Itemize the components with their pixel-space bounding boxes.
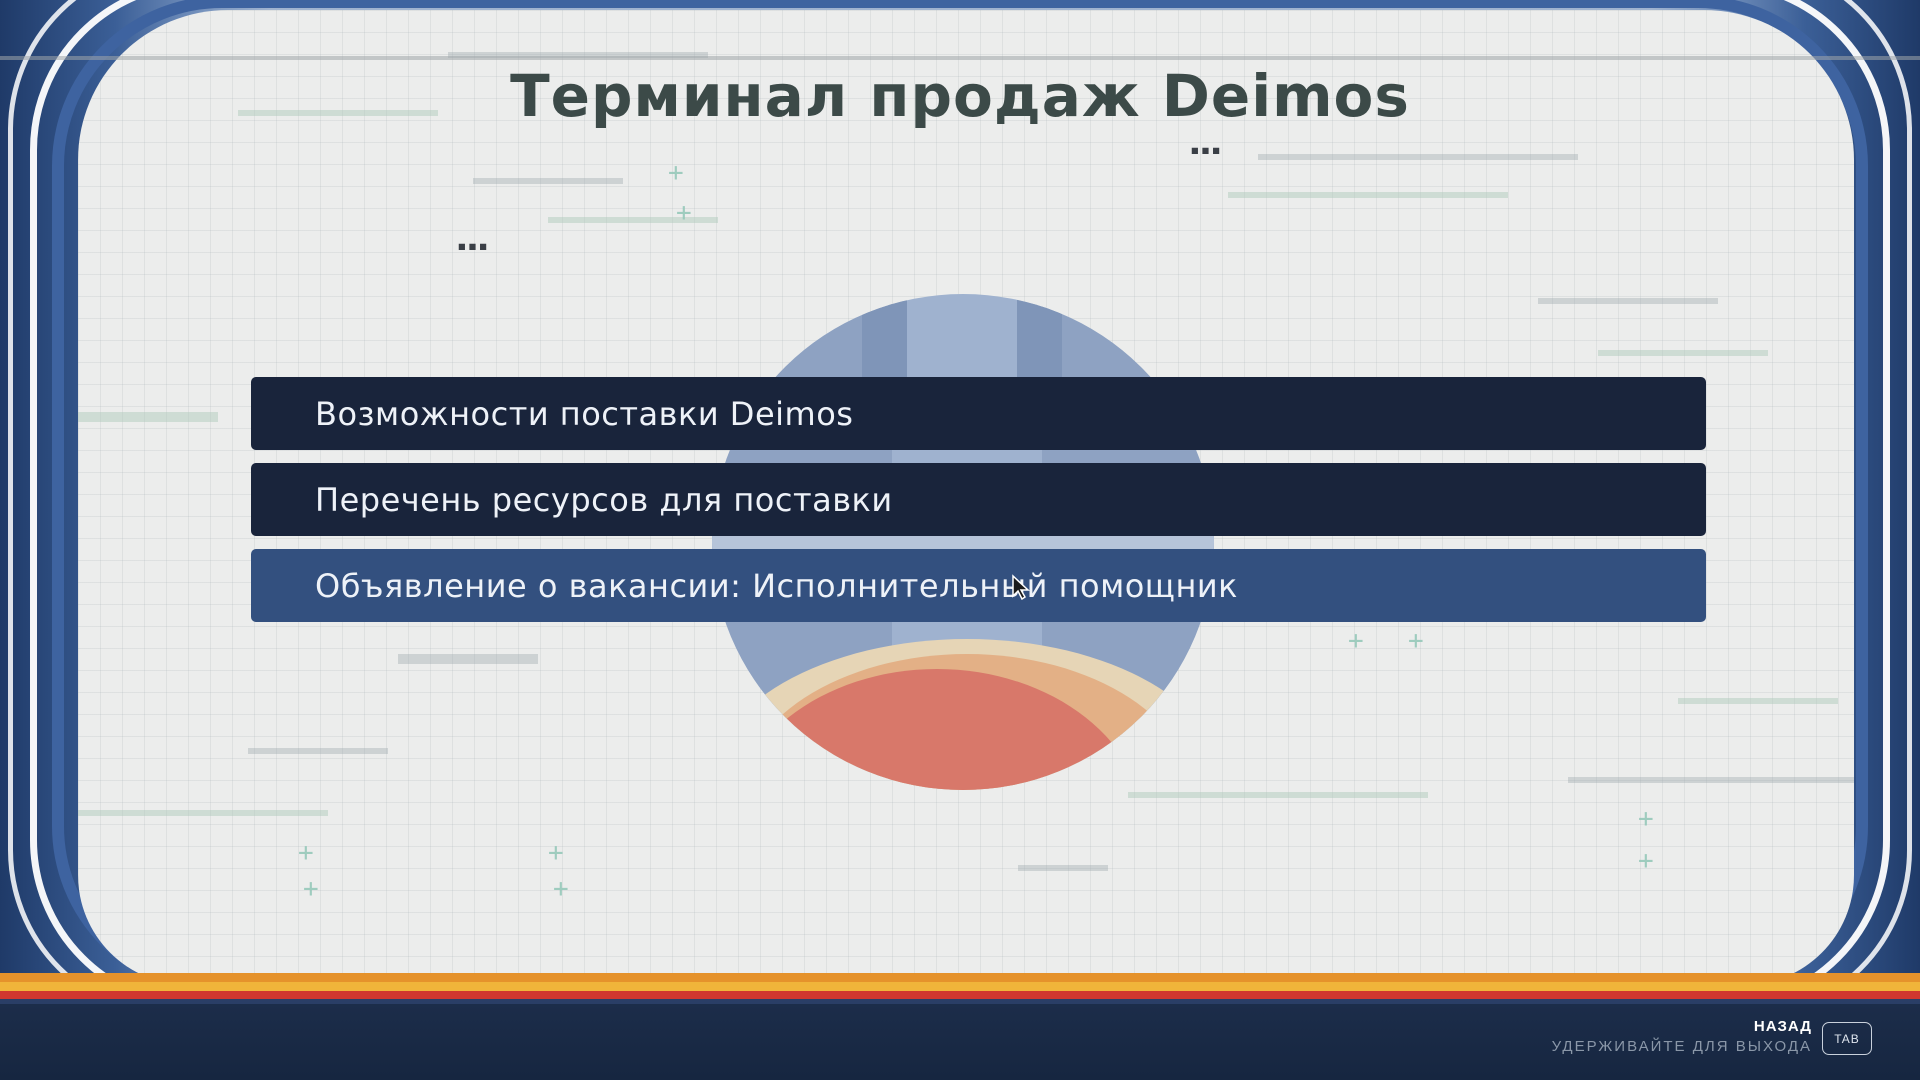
back-prompt[interactable]: НАЗАД УДЕРЖИВАЙТЕ ДЛЯ ВЫХОДА bbox=[1552, 1018, 1812, 1055]
decor-line bbox=[248, 748, 388, 754]
page-title: Терминал продаж Deimos bbox=[510, 62, 1410, 130]
main-menu: Возможности поставки Deimos Перечень рес… bbox=[251, 377, 1706, 635]
decor-line bbox=[1258, 154, 1578, 160]
accent-stripe-yellow bbox=[0, 982, 1920, 991]
decor-plus: + bbox=[676, 198, 692, 228]
pointer-cursor-icon bbox=[1012, 574, 1030, 600]
menu-item-label: Возможности поставки Deimos bbox=[315, 394, 854, 433]
decor-plus: + bbox=[553, 874, 569, 904]
decor-line bbox=[1128, 792, 1428, 798]
decor-line bbox=[1568, 777, 1854, 783]
hold-to-exit-label: УДЕРЖИВАЙТЕ ДЛЯ ВЫХОДА bbox=[1551, 1038, 1812, 1055]
accent-stripe-orange bbox=[0, 973, 1920, 982]
terminal-screen: + + + + + + + + + + + + ▪▪▪ ▪▪▪ Терминал… bbox=[0, 0, 1920, 1080]
decor-plus: + bbox=[548, 838, 564, 868]
decor-plus: + bbox=[1638, 804, 1654, 834]
menu-item-label: Объявление о вакансии: Исполнительный по… bbox=[315, 566, 1238, 605]
decor-line bbox=[1538, 298, 1718, 304]
back-label: НАЗАД bbox=[1753, 1018, 1812, 1035]
decor-line bbox=[1018, 865, 1108, 871]
accent-stripe-red bbox=[0, 991, 1920, 999]
ellipsis-mark: ▪▪▪ bbox=[1190, 140, 1222, 159]
decor-line bbox=[548, 217, 718, 223]
decor-line bbox=[78, 810, 328, 816]
decor-plus: + bbox=[1638, 846, 1654, 876]
decor-plus: + bbox=[298, 838, 314, 868]
decor-plus: + bbox=[668, 158, 684, 188]
menu-item-job-posting[interactable]: Объявление о вакансии: Исполнительный по… bbox=[251, 549, 1706, 622]
decor-line bbox=[398, 654, 538, 664]
top-rule bbox=[0, 56, 1920, 60]
menu-item-resource-list[interactable]: Перечень ресурсов для поставки bbox=[251, 463, 1706, 536]
decor-plus: + bbox=[303, 874, 319, 904]
decor-line bbox=[1228, 192, 1508, 198]
menu-item-label: Перечень ресурсов для поставки bbox=[315, 480, 893, 519]
decor-line bbox=[1678, 698, 1838, 704]
decor-line bbox=[78, 412, 218, 422]
decor-line bbox=[473, 178, 623, 184]
ellipsis-mark: ▪▪▪ bbox=[457, 236, 489, 255]
menu-item-deimos-supply[interactable]: Возможности поставки Deimos bbox=[251, 377, 1706, 450]
decor-line bbox=[1598, 350, 1768, 356]
tab-key-badge[interactable]: TAB bbox=[1822, 1022, 1872, 1055]
